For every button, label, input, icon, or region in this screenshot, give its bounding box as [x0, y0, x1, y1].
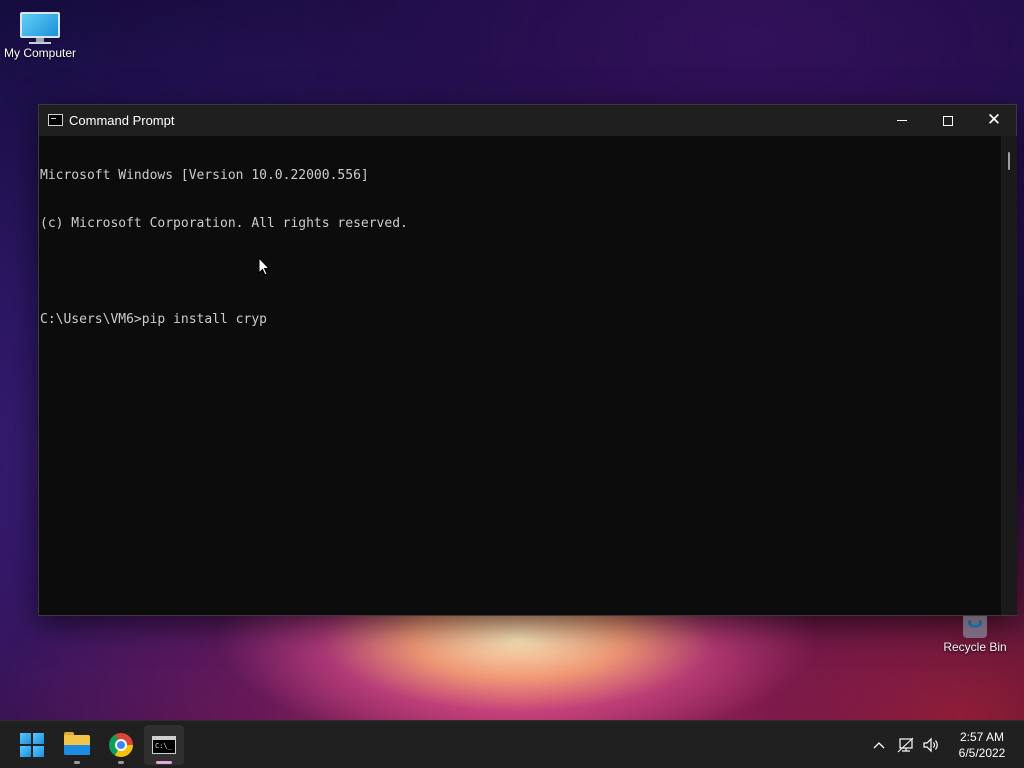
- command-prompt-icon: C:\_: [152, 736, 176, 754]
- scrollbar-thumb[interactable]: [1008, 152, 1010, 170]
- clock-time: 2:57 AM: [959, 730, 1005, 744]
- chrome-icon: [109, 733, 133, 757]
- taskbar-clock[interactable]: 2:57 AM 6/5/2022: [945, 729, 1019, 761]
- desktop-icon-label: My Computer: [3, 46, 77, 60]
- taskbar-file-explorer[interactable]: [57, 725, 97, 765]
- clock-date: 6/5/2022: [958, 746, 1006, 760]
- mouse-cursor-icon: [258, 257, 270, 276]
- close-button[interactable]: ✕: [971, 105, 1017, 136]
- active-indicator: [156, 761, 172, 764]
- start-button[interactable]: [12, 725, 52, 765]
- taskbar-chrome[interactable]: [101, 725, 141, 765]
- console-output[interactable]: Microsoft Windows [Version 10.0.22000.55…: [39, 136, 1001, 615]
- console-line: (c) Microsoft Corporation. All rights re…: [40, 216, 408, 231]
- desktop-icon-label: Recycle Bin: [943, 640, 1007, 654]
- window-title: Command Prompt: [69, 113, 175, 128]
- vertical-scrollbar[interactable]: [1001, 136, 1017, 615]
- close-icon: ✕: [986, 110, 1002, 130]
- running-indicator: [118, 761, 124, 764]
- windows-logo-icon: [20, 733, 44, 757]
- running-indicator: [74, 761, 80, 764]
- minimize-icon: [897, 120, 907, 121]
- volume-button[interactable]: [919, 721, 943, 768]
- show-hidden-icons-button[interactable]: [866, 721, 892, 768]
- maximize-button[interactable]: [925, 105, 971, 136]
- network-icon: [897, 737, 914, 753]
- minimize-button[interactable]: [879, 105, 925, 136]
- window-titlebar[interactable]: Command Prompt ✕: [39, 105, 1016, 136]
- folder-icon: [64, 732, 90, 755]
- taskbar-command-prompt[interactable]: C:\_: [144, 725, 184, 765]
- taskbar: C:\_ 2:57 AM 6/5/2022: [0, 720, 1024, 768]
- console-line: Microsoft Windows [Version 10.0.22000.55…: [40, 168, 369, 183]
- desktop-icon-my-computer[interactable]: My Computer: [0, 10, 80, 60]
- volume-icon: [923, 737, 938, 753]
- monitor-icon: [18, 10, 62, 44]
- command-prompt-window: Command Prompt ✕ Microsoft Windows [Vers…: [38, 104, 1017, 616]
- command-prompt-icon: [48, 114, 63, 126]
- console-prompt-line[interactable]: C:\Users\VM6>pip install cryp: [40, 312, 1001, 328]
- desktop-icon-recycle-bin[interactable]: Recycle Bin: [935, 612, 1015, 654]
- maximize-icon: [943, 115, 953, 126]
- network-button[interactable]: [894, 721, 918, 768]
- chevron-up-icon: [873, 742, 885, 749]
